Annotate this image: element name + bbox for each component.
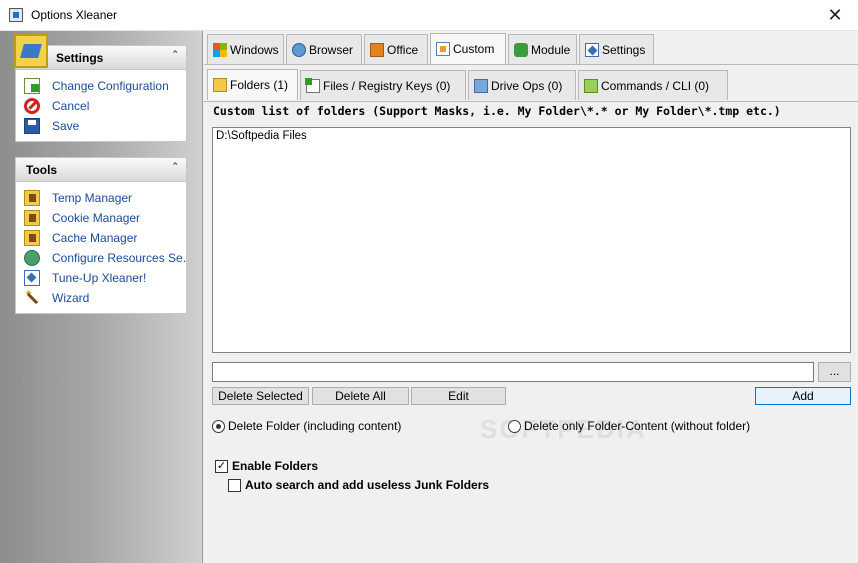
radio-label: Delete only Folder-Content (without fold… — [524, 419, 751, 433]
cache-manager-icon — [24, 230, 40, 246]
tab-label: Commands / CLI (0) — [601, 78, 710, 93]
tab-divider — [204, 64, 858, 65]
settings-panel: Settings ⌃ Change Configuration Cancel S… — [14, 34, 187, 142]
collapse-icon[interactable]: ⌃ — [171, 50, 179, 59]
sidebar-item-change-configuration[interactable]: Change Configuration — [16, 76, 186, 96]
list-item[interactable]: D:\Softpedia Files — [213, 128, 850, 144]
change-config-icon — [24, 78, 40, 94]
tab-files-registry-keys[interactable]: Files / Registry Keys (0) — [300, 70, 466, 100]
tab-custom[interactable]: Custom — [430, 33, 506, 64]
tab-office[interactable]: Office — [364, 34, 428, 64]
tab-label: Files / Registry Keys (0) — [323, 78, 451, 93]
sidebar-item-label: Cookie Manager — [52, 211, 141, 225]
title-bar: Options Xleaner ✕ — [0, 0, 858, 31]
tab-label: Drive Ops (0) — [491, 78, 563, 93]
add-button[interactable]: Add — [755, 387, 851, 405]
checkbox-unchecked[interactable] — [228, 478, 241, 492]
tab-browser[interactable]: Browser — [286, 34, 362, 64]
sidebar-item-cache-manager[interactable]: Cache Manager — [16, 228, 186, 248]
radio-label: Delete Folder (including content) — [228, 419, 402, 433]
tab-label: Folders (1) — [230, 78, 289, 92]
edit-button[interactable]: Edit — [411, 387, 506, 405]
radio-delete-content-only[interactable]: Delete only Folder-Content (without fold… — [508, 419, 750, 433]
sidebar-item-label: Change Configuration — [52, 79, 169, 93]
browse-button[interactable]: ... — [818, 362, 851, 382]
auto-search-checkbox[interactable]: Auto search and add useless Junk Folders — [228, 478, 489, 492]
checkbox-label: Enable Folders — [232, 459, 319, 473]
office-icon — [370, 42, 384, 57]
sub-tab-divider — [204, 101, 858, 102]
folder-path-input[interactable] — [212, 362, 814, 382]
module-icon — [514, 42, 528, 57]
radio-button-selected[interactable] — [212, 419, 225, 433]
files-icon — [305, 77, 320, 93]
main-tab-bar: Windows Browser Office Custom Module Set… — [204, 31, 858, 64]
folders-section-label: Custom list of folders (Support Masks, i… — [213, 104, 781, 118]
tab-module[interactable]: Module — [508, 34, 577, 64]
radio-button[interactable] — [508, 419, 521, 433]
collapse-icon[interactable]: ⌃ — [171, 162, 179, 171]
tab-commands-cli[interactable]: Commands / CLI (0) — [578, 70, 728, 100]
browser-icon — [292, 42, 306, 57]
sidebar-item-temp-manager[interactable]: Temp Manager — [16, 188, 186, 208]
sidebar-item-wizard[interactable]: Wizard — [16, 288, 186, 308]
temp-manager-icon — [24, 190, 40, 206]
delete-selected-button[interactable]: Delete Selected — [212, 387, 309, 405]
checkbox-label: Auto search and add useless Junk Folders — [245, 478, 490, 492]
settings-panel-title: Settings — [56, 51, 104, 65]
tools-panel: Tools ⌃ Temp Manager Cookie Manager Cach… — [15, 157, 187, 314]
tab-label: Office — [387, 42, 419, 57]
tab-label: Custom — [453, 42, 495, 56]
folder-list[interactable]: D:\Softpedia Files — [212, 127, 851, 353]
windows-icon — [213, 42, 227, 57]
settings-panel-icon — [14, 34, 48, 68]
tools-panel-title: Tools — [26, 163, 58, 177]
sidebar: Settings ⌃ Change Configuration Cancel S… — [0, 31, 203, 563]
sidebar-item-label: Configure Resources Se... — [52, 251, 186, 265]
app-icon — [9, 8, 23, 22]
settings-icon — [585, 42, 599, 57]
checkbox-checked[interactable]: ✓ — [215, 459, 228, 473]
radio-delete-folder[interactable]: Delete Folder (including content) — [212, 419, 401, 433]
cancel-icon — [24, 98, 40, 114]
tab-settings[interactable]: Settings — [579, 34, 654, 64]
sidebar-item-configure-resources[interactable]: Configure Resources Se... — [16, 248, 186, 268]
sub-tab-bar: Folders (1) Files / Registry Keys (0) Dr… — [204, 67, 858, 101]
configure-resources-icon — [24, 250, 40, 266]
sidebar-item-label: Tune-Up Xleaner! — [52, 271, 147, 285]
tab-label: Windows — [230, 42, 279, 57]
tab-label: Module — [531, 42, 571, 57]
main-content: Windows Browser Office Custom Module Set… — [204, 31, 858, 563]
delete-all-button[interactable]: Delete All — [312, 387, 409, 405]
sidebar-item-cancel[interactable]: Cancel — [16, 96, 186, 116]
tab-label: Browser — [309, 42, 354, 57]
tab-drive-ops[interactable]: Drive Ops (0) — [468, 70, 576, 100]
custom-icon — [436, 42, 450, 56]
sidebar-item-label: Cancel — [52, 99, 90, 113]
sidebar-item-save[interactable]: Save — [16, 116, 186, 136]
enable-folders-checkbox[interactable]: ✓ Enable Folders — [215, 459, 318, 473]
sidebar-item-label: Cache Manager — [52, 231, 138, 245]
window-title: Options Xleaner — [31, 8, 118, 22]
sidebar-item-label: Temp Manager — [52, 191, 133, 205]
folder-icon — [213, 78, 227, 92]
save-icon — [24, 118, 40, 134]
tab-folders[interactable]: Folders (1) — [207, 69, 298, 100]
sidebar-item-cookie-manager[interactable]: Cookie Manager — [16, 208, 186, 228]
wizard-icon — [24, 288, 40, 306]
close-button[interactable]: ✕ — [812, 0, 858, 31]
sidebar-item-tune-up[interactable]: Tune-Up Xleaner! — [16, 268, 186, 288]
tools-panel-header[interactable]: Tools ⌃ — [16, 158, 186, 182]
drive-icon — [474, 78, 488, 93]
sidebar-item-label: Wizard — [52, 291, 90, 305]
tab-label: Settings — [602, 42, 646, 57]
cookie-manager-icon — [24, 210, 40, 226]
tab-windows[interactable]: Windows — [207, 34, 284, 64]
settings-panel-header[interactable]: Settings ⌃ — [14, 34, 186, 70]
commands-icon — [584, 78, 598, 93]
tune-up-icon — [24, 270, 40, 286]
sidebar-item-label: Save — [52, 119, 80, 133]
